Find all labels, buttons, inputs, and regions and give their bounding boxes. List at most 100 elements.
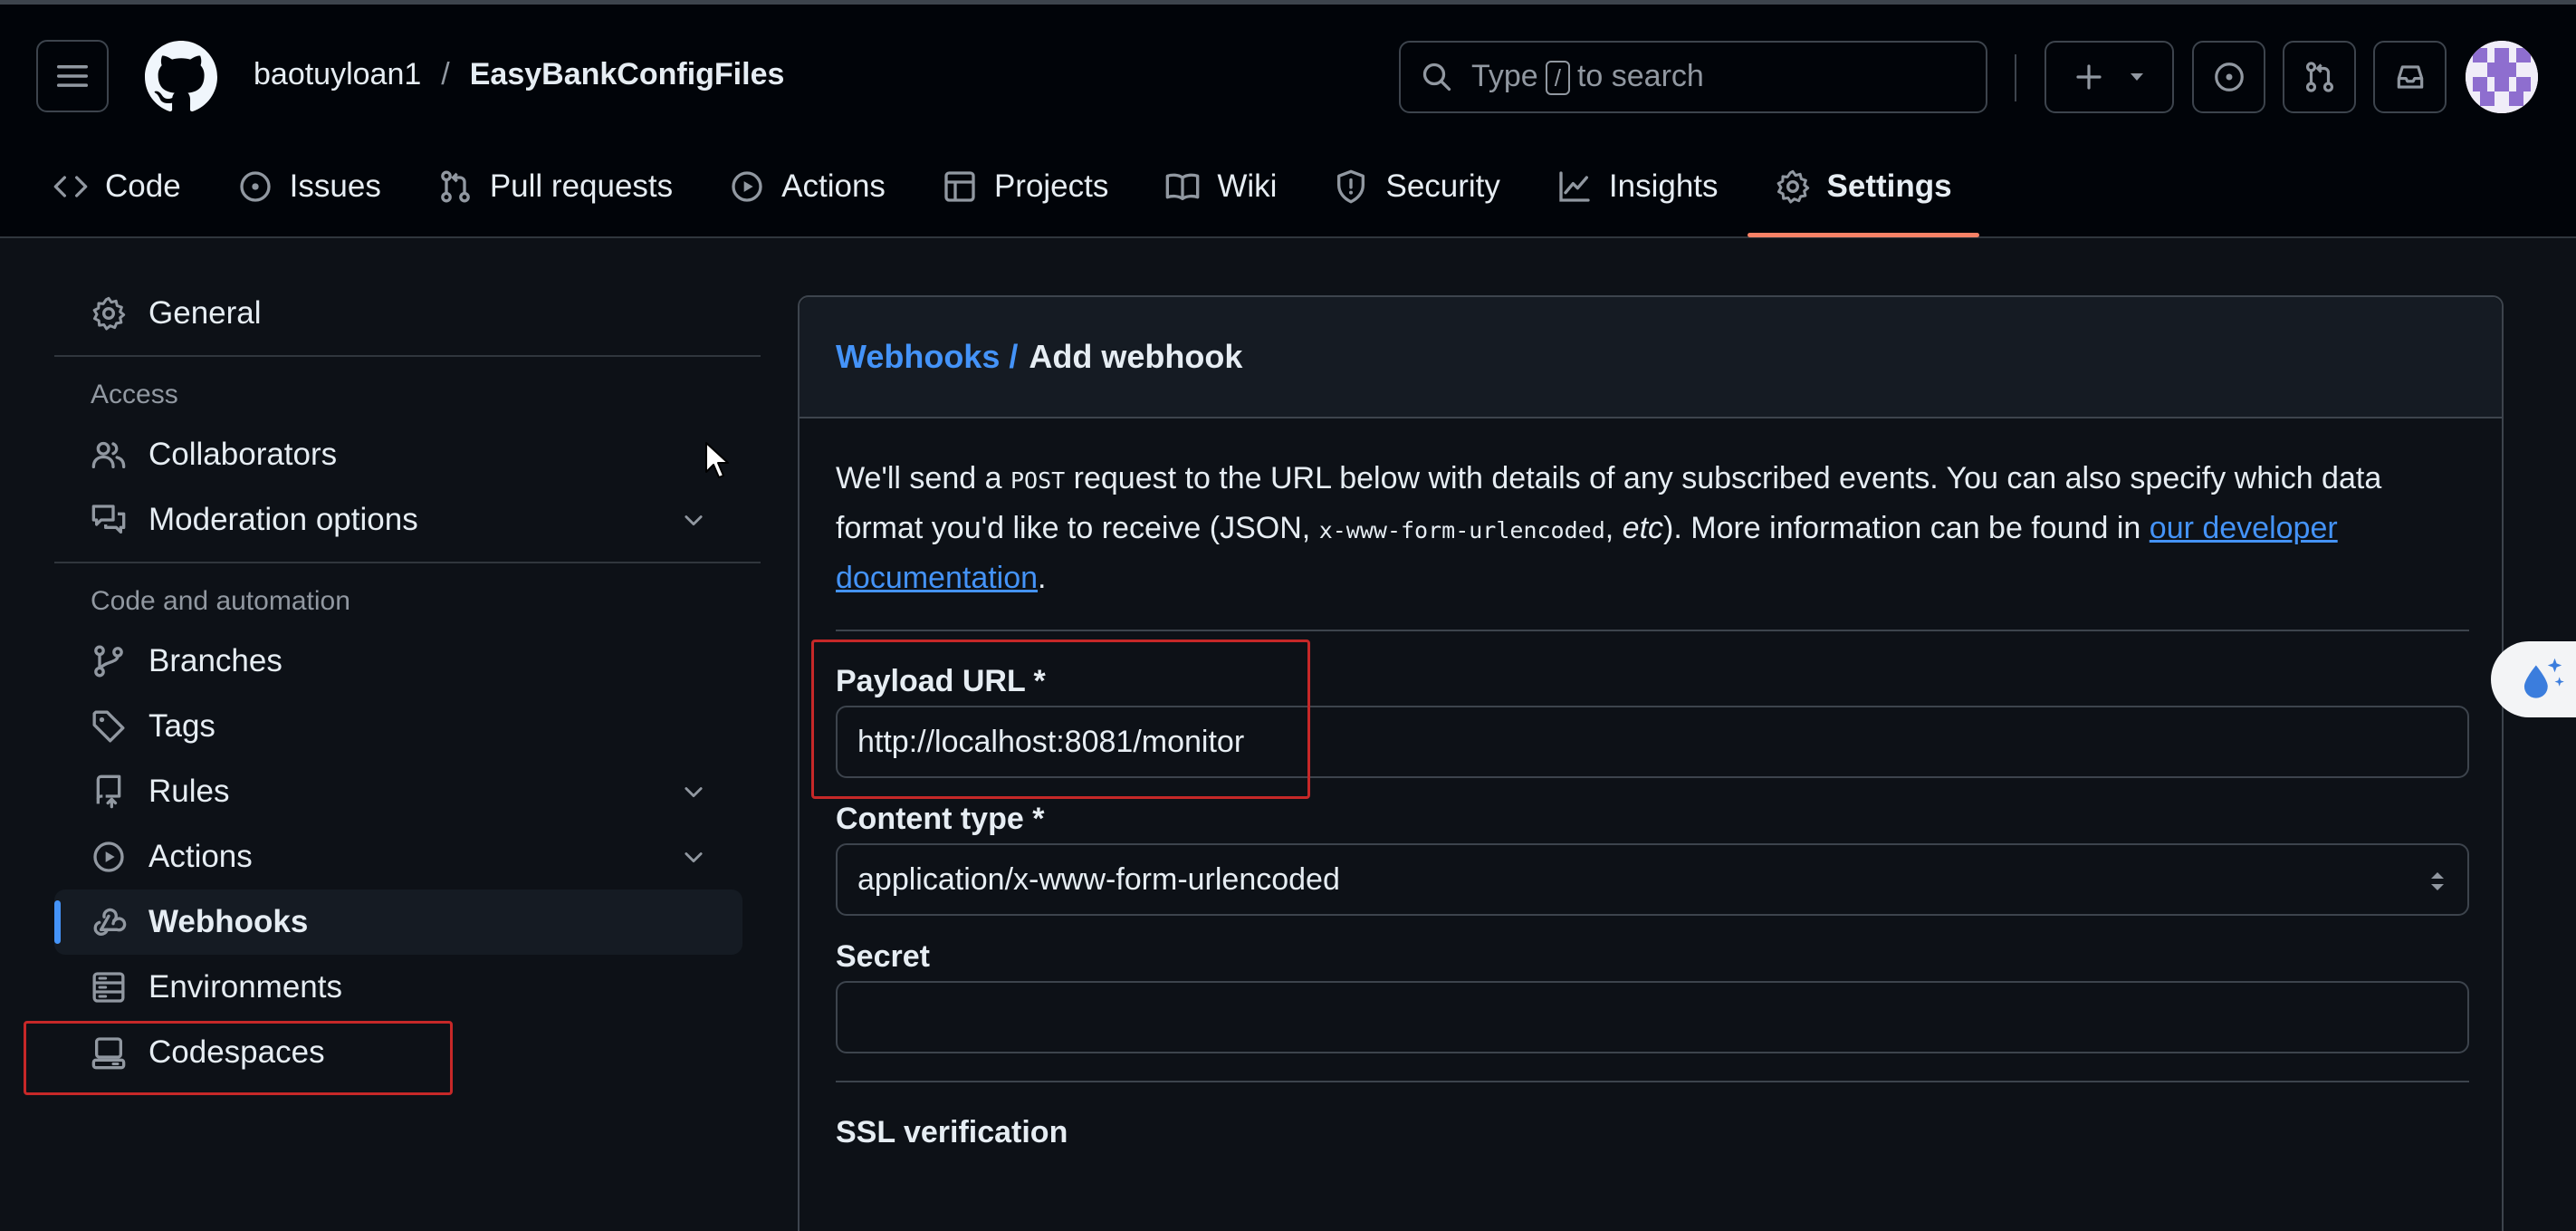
sidebar-divider	[54, 562, 761, 563]
sidebar-item-environments[interactable]: Environments	[54, 955, 742, 1020]
tab-projects[interactable]: Projects	[914, 154, 1136, 219]
sidebar-item-actions[interactable]: Actions	[54, 824, 742, 890]
sidebar-item-general-label: General	[148, 295, 262, 331]
repo-push-icon	[96, 774, 121, 809]
sidebar-heading-code-and-automation: Code and automation	[91, 586, 350, 616]
play-icon	[732, 171, 762, 202]
sidebar-item-actions-label: Actions	[148, 839, 253, 874]
tab-insights[interactable]: Insights	[1528, 154, 1747, 219]
git-pull-request-icon	[440, 170, 470, 203]
sidebar-item-collaborators-label: Collaborators	[148, 437, 338, 472]
tab-pull-requests[interactable]: Pull requests	[409, 154, 701, 219]
search-placeholder: Type / to search	[1471, 59, 1704, 95]
codespaces-icon	[91, 1037, 126, 1070]
sidebar-item-collaborators[interactable]: Collaborators	[54, 422, 742, 487]
ssl-verification-label: SSL verification	[836, 1114, 1068, 1149]
intro-text-1: We'll send a	[836, 461, 1002, 495]
search-shortcut-key: /	[1545, 61, 1570, 95]
chevron-down-icon	[685, 852, 703, 863]
sidebar-item-rules[interactable]: Rules	[54, 759, 742, 824]
hamburger-icon	[57, 65, 88, 87]
panel-body: We'll send a POST request to the URL bel…	[800, 418, 2502, 1157]
your-pull-requests-button[interactable]	[2283, 41, 2356, 113]
tab-pull-requests-label: Pull requests	[489, 168, 674, 204]
sidebar-item-webhooks-label: Webhooks	[148, 904, 309, 939]
create-new-button[interactable]	[2045, 41, 2174, 113]
webhook-icon	[93, 908, 127, 936]
server-icon	[92, 972, 125, 1003]
shield-icon	[1337, 169, 1365, 204]
intro-text-3: ,	[1604, 511, 1614, 545]
payload-url-input[interactable]: http://localhost:8081/monitor	[836, 706, 2469, 778]
intro-end: .	[1038, 561, 1047, 595]
sidebar-item-tags-label: Tags	[148, 708, 215, 744]
repo-name-link[interactable]: EasyBankConfigFiles	[470, 57, 785, 92]
payload-url-label: Payload URL *	[836, 663, 1046, 698]
payload-url-value: http://localhost:8081/monitor	[857, 724, 1245, 759]
tab-code-label: Code	[105, 168, 181, 204]
menu-button[interactable]	[36, 40, 109, 112]
droplet-sparkle-icon	[2523, 658, 2564, 698]
intro-text-4: ). More information can be found in	[1663, 511, 2141, 545]
issue-opened-icon	[2214, 63, 2244, 91]
your-issues-button[interactable]	[2192, 41, 2265, 113]
triangle-down-icon	[2130, 73, 2143, 81]
sidebar-item-codespaces[interactable]: Codespaces	[54, 1020, 742, 1085]
search-input[interactable]: Type / to search	[1399, 41, 1987, 113]
sidebar-item-rules-label: Rules	[148, 774, 230, 809]
github-logo-icon[interactable]	[145, 41, 217, 113]
repo-breadcrumb: baotuyloan1 / EasyBankConfigFiles	[254, 57, 784, 92]
code-icon	[53, 176, 88, 197]
content-type-value: application/x-www-form-urlencoded	[857, 861, 1340, 897]
search-suffix: to search	[1576, 59, 1704, 93]
section-divider	[836, 630, 2469, 631]
book-icon	[1166, 173, 1200, 200]
tab-actions[interactable]: Actions	[701, 154, 914, 219]
panel-header: Webhooks / Add webhook	[800, 297, 2502, 418]
sidebar-item-tags[interactable]: Tags	[54, 694, 742, 759]
gear-icon	[92, 296, 126, 331]
gear-icon	[1776, 169, 1809, 204]
sidebar-item-branches[interactable]: Branches	[54, 629, 742, 694]
tag-icon	[92, 710, 125, 743]
sidebar-item-codespaces-label: Codespaces	[148, 1034, 325, 1070]
breadcrumb-separator: /	[441, 57, 450, 91]
inbox-button[interactable]	[2373, 41, 2447, 113]
repo-owner-link[interactable]: baotuyloan1	[254, 57, 421, 92]
intro-etc: etc	[1622, 511, 1664, 545]
tab-issues[interactable]: Issues	[209, 154, 409, 219]
issue-opened-icon	[240, 171, 271, 202]
page-title: Add webhook	[1029, 338, 1243, 375]
chevron-down-icon	[685, 787, 703, 798]
git-pull-request-icon	[2305, 62, 2333, 92]
tab-actions-label: Actions	[781, 168, 886, 204]
breadcrumb-webhooks-link[interactable]: Webhooks /	[836, 338, 1018, 376]
chevron-down-icon	[685, 515, 703, 526]
tab-insights-label: Insights	[1608, 168, 1719, 204]
tab-settings[interactable]: Settings	[1747, 154, 1980, 237]
search-icon	[1422, 63, 1451, 91]
repo-nav: Code Issues Pull requests Actions Projec…	[53, 154, 1980, 237]
content-type-select[interactable]: application/x-www-form-urlencoded	[836, 843, 2469, 916]
user-avatar[interactable]	[2466, 41, 2538, 113]
header-divider	[2015, 54, 2016, 101]
tab-issues-label: Issues	[289, 168, 381, 204]
global-header: baotuyloan1 / EasyBankConfigFiles Type / t…	[0, 0, 2576, 238]
people-icon	[91, 441, 126, 468]
add-webhook-panel: Webhooks / Add webhook We'll send a POST…	[798, 295, 2504, 1231]
sidebar-item-webhooks[interactable]: Webhooks	[54, 890, 742, 955]
extension-float-button[interactable]	[2491, 641, 2576, 717]
tab-wiki[interactable]: Wiki	[1136, 154, 1305, 219]
tab-security-label: Security	[1385, 168, 1500, 204]
tab-code[interactable]: Code	[53, 154, 209, 219]
sidebar-item-moderation-options-label: Moderation options	[148, 502, 418, 537]
sidebar-divider	[54, 355, 761, 357]
tab-security[interactable]: Security	[1305, 154, 1527, 219]
secret-input[interactable]	[836, 981, 2469, 1053]
sidebar-item-branches-label: Branches	[148, 643, 282, 678]
sidebar-item-general[interactable]: General	[54, 281, 742, 346]
content-type-label: Content type *	[836, 801, 1045, 836]
sidebar-item-moderation-options[interactable]: Moderation options	[54, 487, 742, 553]
